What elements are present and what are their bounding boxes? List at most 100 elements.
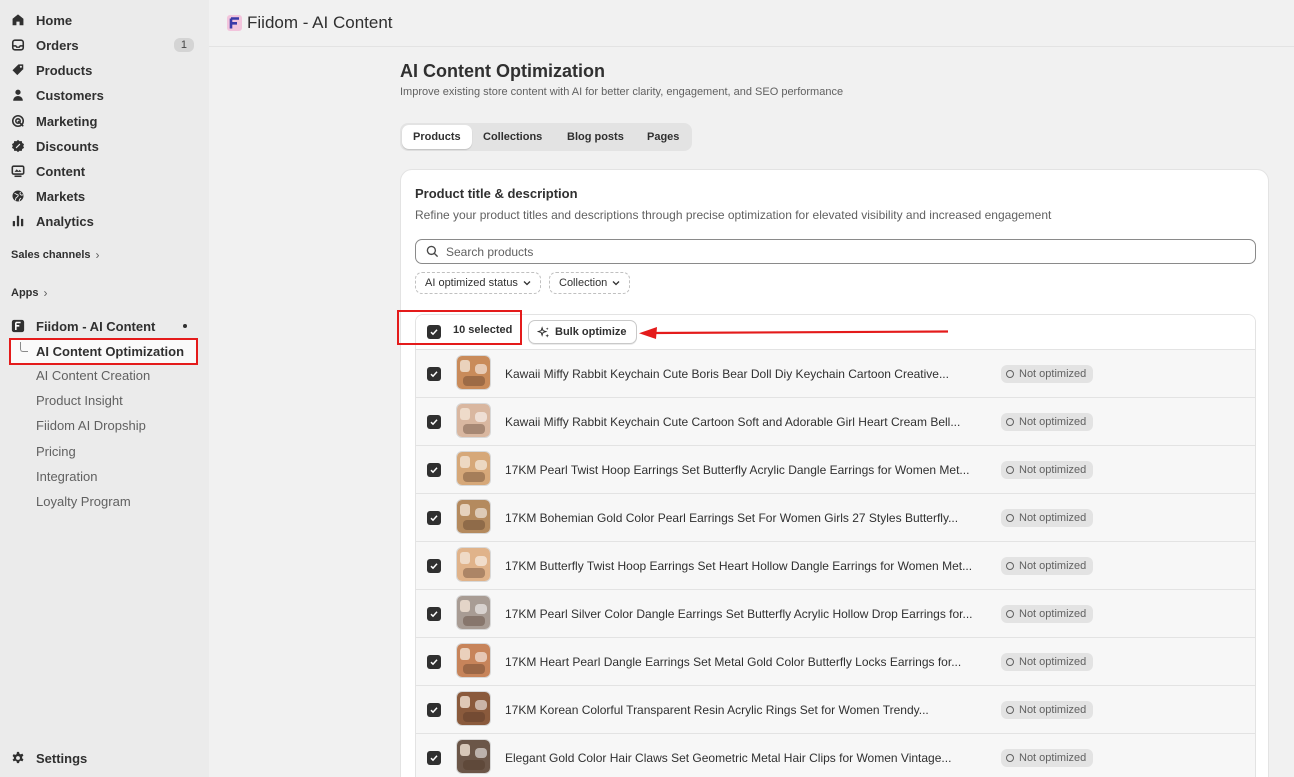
filter-ai-optimized-status[interactable]: AI optimized status — [415, 272, 541, 294]
search-icon — [426, 245, 439, 258]
status-circle-icon — [1006, 418, 1014, 426]
table-row[interactable]: 17KM Korean Colorful Transparent Resin A… — [416, 686, 1255, 734]
nav-marketing-label: Marketing — [36, 113, 98, 129]
globe-icon — [11, 189, 25, 203]
nav-home[interactable]: Home — [11, 9, 197, 31]
nav-marketing[interactable]: Marketing — [11, 110, 197, 132]
chevron-right-icon: › — [43, 286, 48, 300]
sparkle-icon — [537, 325, 550, 338]
card-description: Refine your product titles and descripti… — [415, 208, 1052, 222]
row-checkbox[interactable] — [427, 751, 441, 765]
status-label: Not optimized — [1019, 560, 1087, 572]
checkmark-icon — [430, 467, 438, 474]
product-title[interactable]: 17KM Pearl Twist Hoop Earrings Set Butte… — [505, 463, 991, 477]
table-row[interactable]: Kawaii Miffy Rabbit Keychain Cute Cartoo… — [416, 398, 1255, 446]
table-row[interactable]: Kawaii Miffy Rabbit Keychain Cute Boris … — [416, 350, 1255, 398]
product-title[interactable]: Kawaii Miffy Rabbit Keychain Cute Cartoo… — [505, 415, 991, 429]
status-label: Not optimized — [1019, 704, 1087, 716]
row-checkbox[interactable] — [427, 607, 441, 621]
product-title[interactable]: 17KM Pearl Silver Color Dangle Earrings … — [505, 607, 991, 621]
sidebar-item-pricing[interactable]: Pricing — [36, 444, 76, 459]
row-checkbox[interactable] — [427, 463, 441, 477]
tab-blog-posts[interactable]: Blog posts — [556, 125, 635, 149]
sidebar-item-label: AI Content Optimization — [36, 344, 185, 359]
nav-analytics-label: Analytics — [36, 213, 94, 229]
nav-markets[interactable]: Markets — [11, 185, 197, 207]
filter-label: Collection — [559, 277, 608, 289]
filter-label: AI optimized status — [425, 277, 518, 289]
status-circle-icon — [1006, 466, 1014, 474]
status-badge: Not optimized — [1001, 365, 1094, 383]
row-checkbox[interactable] — [427, 367, 441, 381]
product-title[interactable]: 17KM Heart Pearl Dangle Earrings Set Met… — [505, 655, 991, 669]
checkmark-icon — [430, 419, 438, 426]
row-checkbox[interactable] — [427, 559, 441, 573]
selection-highlight-box — [397, 310, 522, 345]
fiidom-app-icon — [11, 319, 25, 333]
nav-products[interactable]: Products — [11, 59, 197, 81]
filter-collection[interactable]: Collection — [549, 272, 631, 294]
content-icon — [11, 164, 25, 178]
nav-analytics[interactable]: Analytics — [11, 210, 197, 232]
product-title[interactable]: 17KM Korean Colorful Transparent Resin A… — [505, 703, 991, 717]
settings-label: Settings — [36, 750, 88, 766]
tab-collections[interactable]: Collections — [472, 125, 553, 149]
search-field[interactable] — [415, 239, 1256, 264]
status-badge: Not optimized — [1001, 701, 1094, 719]
product-thumbnail — [456, 739, 491, 774]
discount-icon — [11, 139, 25, 153]
table-row[interactable]: Elegant Gold Color Hair Claws Set Geomet… — [416, 734, 1255, 777]
sidebar-item-integration[interactable]: Integration — [36, 469, 97, 484]
sidebar-item-ai-content-creation[interactable]: AI Content Creation — [36, 368, 150, 383]
status-circle-icon — [1006, 754, 1014, 762]
bulk-optimize-button[interactable]: Bulk optimize — [528, 320, 637, 344]
nav-discounts-label: Discounts — [36, 138, 99, 154]
checkmark-icon — [430, 563, 438, 570]
product-title[interactable]: 17KM Bohemian Gold Color Pearl Earrings … — [505, 511, 991, 525]
annotation-arrow-icon — [639, 327, 949, 339]
row-checkbox[interactable] — [427, 703, 441, 717]
product-title[interactable]: Kawaii Miffy Rabbit Keychain Cute Boris … — [505, 367, 991, 381]
status-circle-icon — [1006, 658, 1014, 666]
status-label: Not optimized — [1019, 512, 1087, 524]
bulk-optimize-label: Bulk optimize — [555, 326, 627, 338]
sidebar-item-fiidom-ai-dropship[interactable]: Fiidom AI Dropship — [36, 418, 146, 433]
nav-customers[interactable]: Customers — [11, 84, 197, 106]
table-row[interactable]: 17KM Butterfly Twist Hoop Earrings Set H… — [416, 542, 1255, 590]
nav-orders[interactable]: Orders 1 — [11, 34, 197, 56]
table-row[interactable]: 17KM Heart Pearl Dangle Earrings Set Met… — [416, 638, 1255, 686]
sidebar-item-ai-content-optimization[interactable]: AI Content Optimization — [9, 338, 198, 365]
chevron-down-icon — [612, 281, 620, 286]
sidebar: Home Orders 1 Products Customers Marketi… — [0, 0, 209, 777]
tab-pages[interactable]: Pages — [636, 125, 690, 149]
product-thumbnail — [456, 355, 491, 390]
table-row[interactable]: 17KM Pearl Silver Color Dangle Earrings … — [416, 590, 1255, 638]
sales-channels-header[interactable]: Sales channels › — [11, 248, 100, 262]
checkmark-icon — [430, 707, 438, 714]
product-thumbnail — [456, 643, 491, 678]
row-checkbox[interactable] — [427, 415, 441, 429]
table-row[interactable]: 17KM Bohemian Gold Color Pearl Earrings … — [416, 494, 1255, 542]
tab-products[interactable]: Products — [402, 125, 472, 149]
nav-customers-label: Customers — [36, 87, 104, 103]
orders-count-badge: 1 — [173, 38, 194, 52]
row-checkbox[interactable] — [427, 511, 441, 525]
target-icon — [11, 114, 25, 128]
table-row[interactable]: 17KM Pearl Twist Hoop Earrings Set Butte… — [416, 446, 1255, 494]
status-label: Not optimized — [1019, 368, 1087, 380]
app-fiidom[interactable]: Fiidom - AI Content — [11, 315, 197, 337]
product-title[interactable]: 17KM Butterfly Twist Hoop Earrings Set H… — [505, 559, 991, 573]
product-thumbnail — [456, 691, 491, 726]
row-checkbox[interactable] — [427, 655, 441, 669]
nav-content[interactable]: Content — [11, 160, 197, 182]
sidebar-item-loyalty-program[interactable]: Loyalty Program — [36, 494, 131, 509]
products-table: 10 selected Bulk optimize Kawaii Miffy R… — [415, 314, 1256, 777]
sidebar-item-product-insight[interactable]: Product Insight — [36, 393, 123, 408]
product-title[interactable]: Elegant Gold Color Hair Claws Set Geomet… — [505, 751, 991, 765]
nav-discounts[interactable]: Discounts — [11, 135, 197, 157]
nav-settings[interactable]: Settings — [11, 748, 87, 768]
status-badge: Not optimized — [1001, 461, 1094, 479]
apps-label: Apps — [11, 287, 39, 299]
apps-header[interactable]: Apps › — [11, 286, 48, 300]
search-input[interactable] — [446, 244, 1226, 259]
